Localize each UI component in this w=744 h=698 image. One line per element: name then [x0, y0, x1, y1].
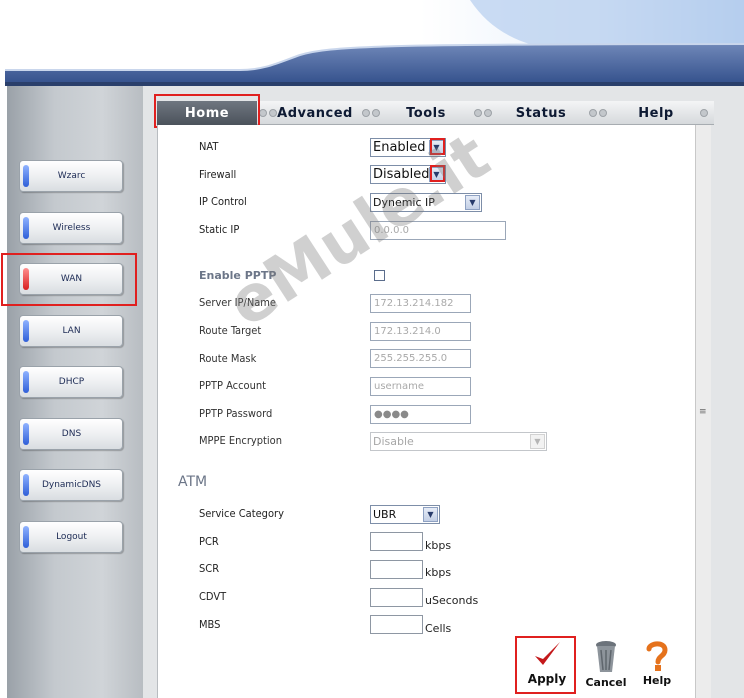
pptp-password-label: PPTP Password [199, 407, 273, 420]
sidebar-item-dhcp[interactable]: DHCP [19, 366, 123, 398]
scr-unit: kbps [425, 566, 452, 579]
tab-tools[interactable]: Tools [390, 101, 462, 125]
static-ip-label: Static IP [199, 223, 240, 236]
chevron-down-icon: ▼ [465, 195, 480, 210]
service-category-select[interactable]: UBR ▼ [370, 505, 440, 524]
sidebar-item-label: Wzarc [57, 171, 86, 181]
sidebar-item-wizard[interactable]: Wzarc [19, 160, 123, 192]
sidebar-item-lan[interactable]: LAN [19, 315, 123, 347]
sidebar-item-label: DynamicDNS [41, 480, 102, 490]
sidebar-item-dns[interactable]: DNS [19, 418, 123, 450]
right-edge [711, 86, 744, 698]
help-label: Help [642, 674, 672, 687]
sidebar-item-label: Wireless [52, 223, 91, 233]
mbs-unit: Cells [425, 622, 452, 635]
route-mask-label: Route Mask [199, 352, 257, 365]
scr-input[interactable] [370, 560, 423, 579]
sidebar-item-wan[interactable]: WAN [19, 263, 123, 295]
pptp-password-input[interactable]: ●●●● [370, 405, 471, 424]
tab-home[interactable]: Home [157, 101, 257, 125]
route-mask-input[interactable]: 255.255.255.0 [370, 349, 471, 368]
mppe-value: Disable [373, 435, 414, 448]
chevron-down-icon: ▼ [429, 140, 444, 155]
firewall-select[interactable]: Disabled ▼ [370, 165, 446, 184]
mbs-label: MBS [199, 618, 221, 631]
mbs-input[interactable] [370, 615, 423, 634]
mppe-select[interactable]: Disable ▼ [370, 432, 547, 451]
pptp-section-title: Enable PPTP [199, 269, 277, 282]
tab-separator [474, 108, 496, 118]
tab-separator [700, 108, 722, 118]
server-input[interactable]: 172.13.214.182 [370, 294, 471, 313]
scr-label: SCR [199, 562, 220, 575]
sidebar-item-label: Logout [56, 532, 87, 542]
enable-pptp-checkbox[interactable] [374, 270, 385, 281]
question-mark-icon [646, 641, 668, 671]
ip-control-value: Dynemic IP [373, 196, 435, 209]
nat-select[interactable]: Enabled ▼ [370, 138, 446, 157]
check-icon [535, 642, 560, 665]
nat-label: NAT [199, 140, 219, 153]
chevron-down-icon: ▼ [423, 507, 438, 522]
cdvt-label: CDVT [199, 590, 227, 603]
sidebar-item-logout[interactable]: Logout [19, 521, 123, 553]
firewall-label: Firewall [199, 168, 237, 181]
tab-separator [362, 108, 384, 118]
sidebar-item-label: LAN [62, 326, 81, 336]
trash-can-icon [596, 641, 616, 672]
tab-status[interactable]: Status [505, 101, 577, 125]
cancel-label: Cancel [585, 676, 627, 689]
tab-advanced[interactable]: Advanced [272, 101, 358, 125]
pcr-input[interactable] [370, 532, 423, 551]
route-target-input[interactable]: 172.13.214.0 [370, 322, 471, 341]
cancel-button[interactable]: Cancel [583, 640, 629, 689]
sidebar-item-label: DNS [61, 429, 82, 439]
chevron-down-icon: ▼ [429, 167, 444, 182]
pptp-account-label: PPTP Account [199, 379, 267, 392]
router-admin-page: Wzarc Wireless WAN LAN DHCP DNS DynamicD… [0, 0, 744, 698]
ip-control-select[interactable]: Dynemic IP ▼ [370, 193, 482, 212]
service-category-label: Service Category [199, 507, 284, 520]
atm-section-title: ATM [178, 474, 208, 490]
header-banner [0, 0, 744, 88]
scroll-grip-icon: ≡ [699, 407, 707, 417]
service-category-value: UBR [373, 508, 397, 521]
nat-value: Enabled [373, 140, 426, 155]
tab-help[interactable]: Help [625, 101, 687, 125]
apply-button[interactable]: Apply [523, 640, 571, 686]
chevron-down-icon: ▼ [530, 434, 545, 449]
apply-label: Apply [527, 672, 567, 686]
server-label: Server IP/Name [199, 296, 277, 309]
cdvt-unit: uSeconds [425, 594, 479, 607]
sidebar-item-dynamic-dns[interactable]: DynamicDNS [19, 469, 123, 501]
scrollbar[interactable]: ≡ [695, 125, 711, 698]
ip-control-label: IP Control [199, 195, 247, 208]
sidebar-item-label: WAN [60, 274, 83, 284]
firewall-value: Disabled [373, 167, 430, 182]
tab-separator [589, 108, 611, 118]
sidebar-item-label: DHCP [58, 377, 85, 387]
help-button[interactable]: Help [638, 640, 676, 687]
header-graphic [5, 0, 744, 86]
pptp-account-input[interactable]: username [370, 377, 471, 396]
sidebar-item-wireless[interactable]: Wireless [19, 212, 123, 244]
route-target-label: Route Target [199, 324, 262, 337]
static-ip-input[interactable]: 0.0.0.0 [370, 221, 506, 240]
mppe-label: MPPE Encryption [199, 434, 282, 447]
cdvt-input[interactable] [370, 588, 423, 607]
pcr-unit: kbps [425, 539, 452, 552]
pcr-label: PCR [199, 535, 219, 548]
